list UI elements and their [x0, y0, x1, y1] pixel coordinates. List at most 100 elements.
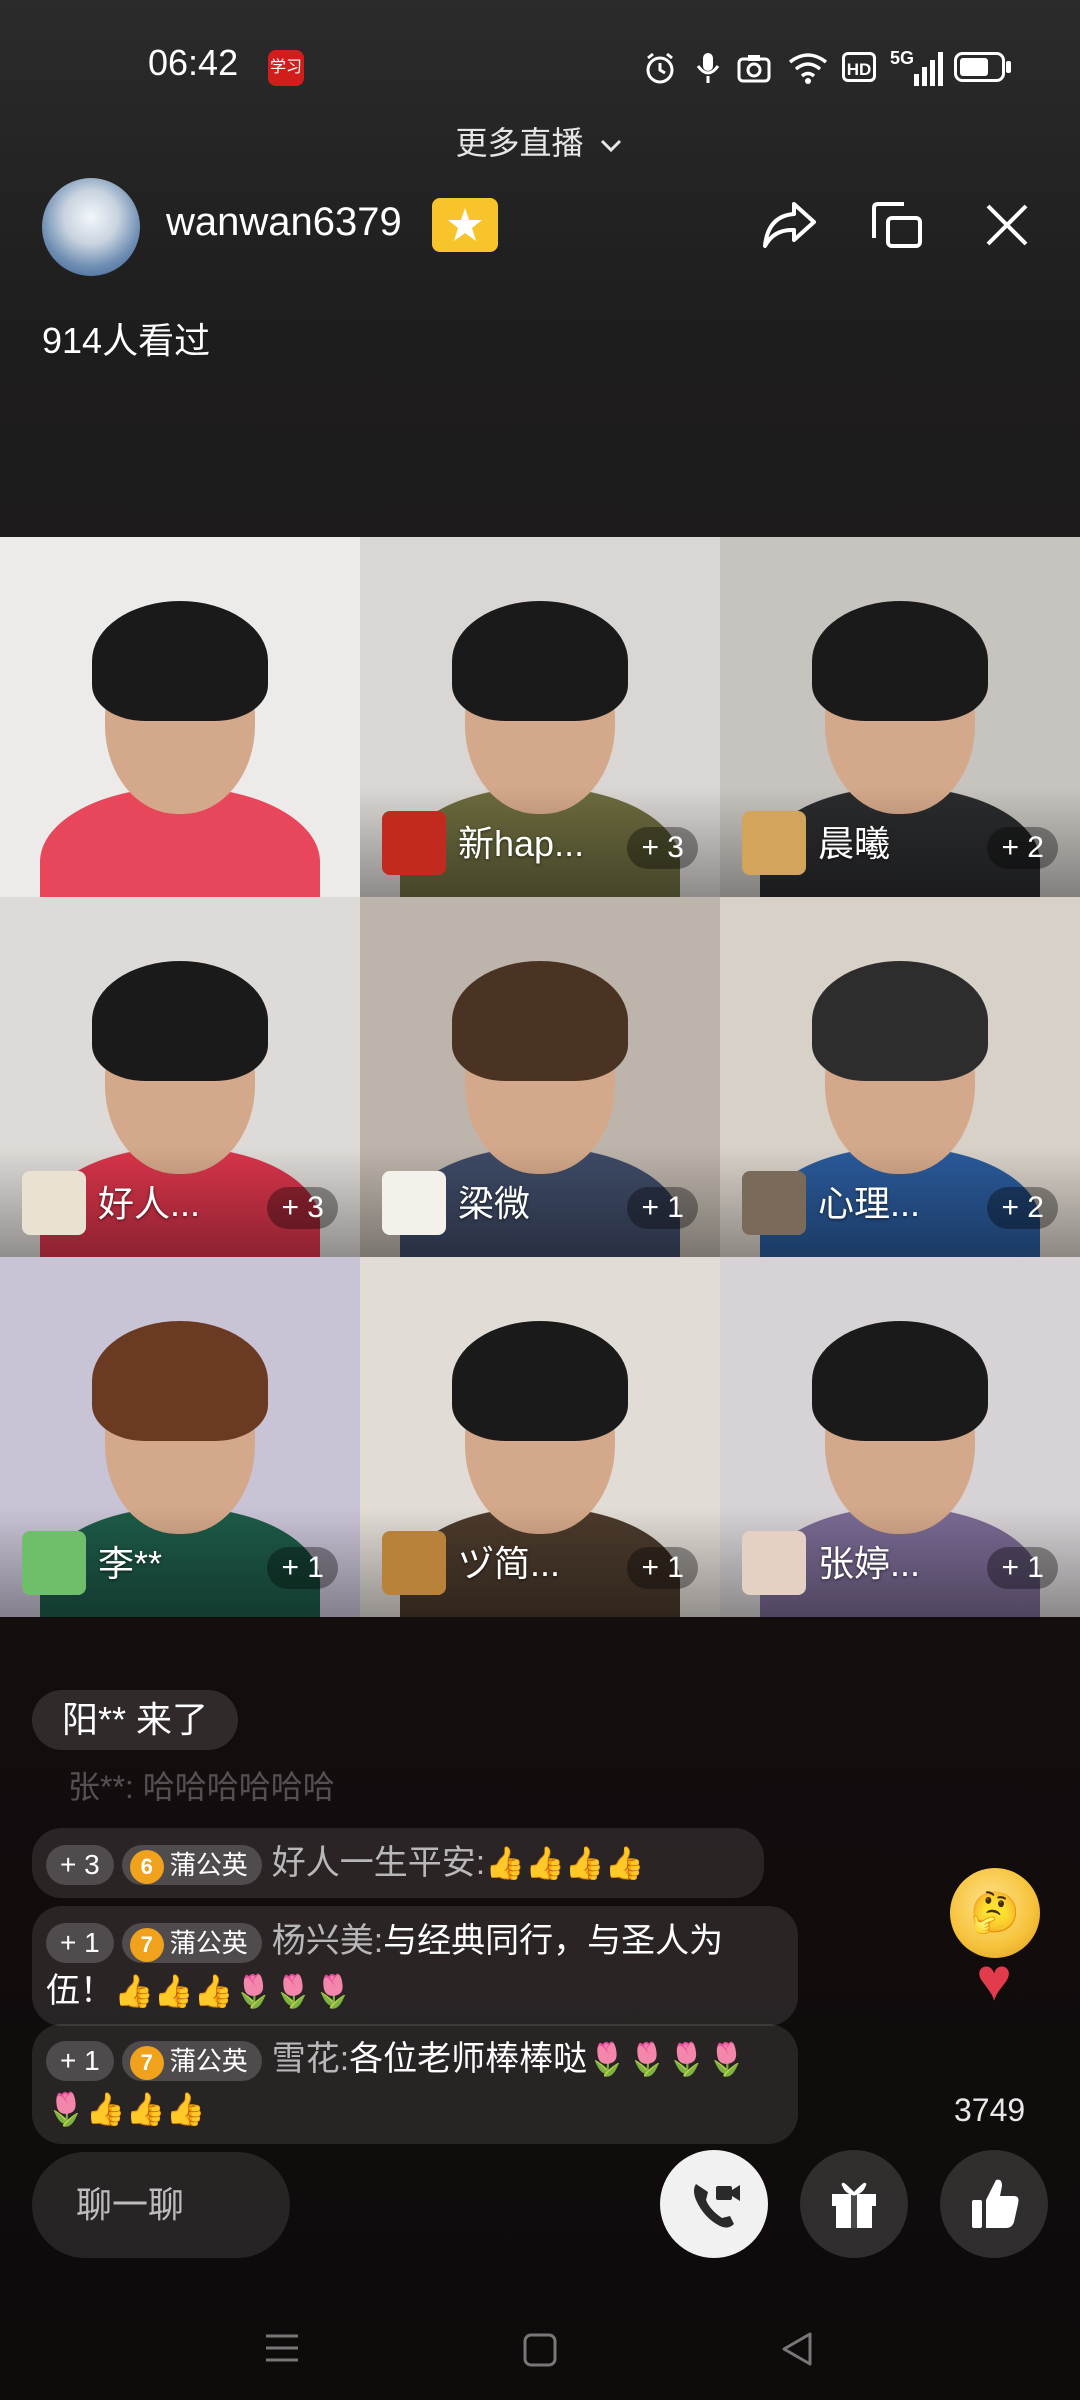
share-icon[interactable]: [760, 196, 818, 254]
video-tile[interactable]: 好人... + 3: [0, 897, 360, 1257]
video-tile[interactable]: 梁微 + 1: [360, 897, 720, 1257]
fan-group-name: 蒲公英: [169, 2046, 248, 2077]
participant-hair: [452, 600, 628, 721]
wifi-icon: [788, 53, 828, 84]
participant-score: + 1: [987, 1547, 1058, 1589]
alarm-icon: [646, 52, 674, 84]
like-count: 3749: [954, 2092, 1026, 2128]
video-tile[interactable]: [0, 537, 360, 897]
participant-avatar[interactable]: [22, 1171, 86, 1235]
participant-score: + 1: [627, 1547, 698, 1589]
message-emoji: 👍👍👍🌷🌷🌷: [114, 1973, 354, 2009]
video-tile[interactable]: 新hap... + 3: [360, 537, 720, 897]
status-bar: 06:42 学习 HD 5G: [0, 0, 1080, 130]
video-tile[interactable]: 李** + 1: [0, 1257, 360, 1617]
participant-score: + 3: [627, 827, 698, 869]
fan-level-badge: 7 蒲公英: [121, 2041, 262, 2082]
chat-message[interactable]: + 1 7 蒲公英 杨兴美:与经典同行，与圣人为伍！👍👍👍🌷🌷🌷: [32, 1906, 798, 2026]
viewer-count: 914人看过: [42, 320, 211, 361]
close-icon[interactable]: [978, 196, 1036, 254]
message-score: + 1: [46, 2041, 114, 2082]
status-time: 06:42: [148, 42, 239, 83]
participant-avatar[interactable]: [382, 811, 446, 875]
star-icon: [448, 208, 482, 241]
participant-name: ヅ简...: [458, 1543, 561, 1584]
fan-level-badge: 6 蒲公英: [121, 1845, 262, 1886]
participant-name: 李**: [98, 1543, 163, 1584]
participant-score: + 2: [987, 827, 1058, 869]
thinking-emoji-icon: 🤔: [950, 1868, 1040, 1958]
participant-avatar[interactable]: [742, 1531, 806, 1595]
chat-message[interactable]: + 1 7 蒲公英 雪花:各位老师棒棒哒🌷🌷🌷🌷🌷👍👍👍: [32, 2024, 798, 2144]
back-icon[interactable]: [778, 2330, 814, 2368]
participant-score: + 1: [267, 1547, 338, 1589]
participant-hair: [92, 1320, 268, 1441]
participant-hair: [812, 600, 988, 721]
thumbs-up-icon: [972, 2179, 1019, 2228]
message-username: 雪花:: [271, 2040, 350, 2078]
participant-avatar[interactable]: [742, 811, 806, 875]
video-tile[interactable]: 心理... + 2: [720, 897, 1080, 1257]
message-username: 好人一生平安:: [271, 1844, 486, 1882]
participant-name: 梁微: [458, 1183, 531, 1224]
host-name[interactable]: wanwan6379: [166, 200, 402, 245]
hd-badge: HD: [842, 52, 876, 82]
gift-button[interactable]: [800, 2150, 908, 2258]
gift-icon: [832, 2182, 876, 2228]
participant-name: 新hap...: [458, 823, 585, 864]
participant-name: 晨曦: [818, 823, 891, 864]
participant-name: 心理...: [818, 1183, 921, 1224]
message-score: + 3: [46, 1845, 114, 1886]
more-live-dropdown[interactable]: 更多直播: [0, 118, 1080, 164]
phone-video-icon: [694, 2184, 740, 2228]
menu-icon[interactable]: [262, 2330, 302, 2366]
participant-avatar[interactable]: [382, 1171, 446, 1235]
message-text: 各位老师棒棒哒: [349, 2040, 588, 2078]
participant-score: + 2: [987, 1187, 1058, 1229]
message-emoji: 👍👍👍👍: [485, 1845, 645, 1881]
participant-hair: [452, 960, 628, 1081]
camera-icon: [737, 55, 771, 83]
chat-input[interactable]: 聊一聊: [32, 2152, 290, 2258]
participant-score: + 3: [267, 1187, 338, 1229]
fan-level-badge: 7 蒲公英: [121, 1923, 262, 1964]
like-button[interactable]: [940, 2150, 1048, 2258]
microphone-icon: [696, 53, 720, 83]
video-call-button[interactable]: [660, 2150, 768, 2258]
message-username: 杨兴美:: [271, 1922, 384, 1960]
participant-score: + 1: [627, 1187, 698, 1229]
home-icon[interactable]: [522, 2332, 558, 2368]
battery-icon: [954, 52, 1011, 82]
participant-avatar[interactable]: [382, 1531, 446, 1595]
chat-message-faded: 张**: 哈哈哈哈哈哈: [68, 1769, 335, 1805]
video-grid: 新hap... + 3 晨曦 + 2 好人... + 3 梁微 + 1 心理..…: [0, 537, 1080, 1617]
signal-icon: [914, 52, 943, 86]
floating-window-icon[interactable]: [868, 196, 926, 254]
chat-message[interactable]: + 3 6 蒲公英 好人一生平安:👍👍👍👍: [32, 1828, 764, 1898]
join-notification: 阳** 来了: [32, 1690, 239, 1750]
system-nav-bar: [0, 2280, 1080, 2400]
fan-group-name: 蒲公英: [169, 1928, 248, 1959]
fan-level-number: 7: [129, 1928, 164, 1963]
more-live-label: 更多直播: [455, 125, 584, 161]
app-notification-icon: 学习: [268, 50, 304, 86]
participant-hair: [92, 600, 268, 721]
chevron-down-icon: [601, 139, 622, 152]
message-score: + 1: [46, 1923, 114, 1964]
participant-avatar[interactable]: [742, 1171, 806, 1235]
video-tile[interactable]: 晨曦 + 2: [720, 537, 1080, 897]
host-avatar[interactable]: [42, 178, 140, 276]
participant-name: 好人...: [98, 1183, 201, 1224]
participant-hair: [452, 1320, 628, 1441]
video-tile[interactable]: 张婷... + 1: [720, 1257, 1080, 1617]
video-tile[interactable]: ヅ简... + 1: [360, 1257, 720, 1617]
heart-icon: ♥: [976, 1946, 1012, 2013]
participant-name: 张婷...: [818, 1543, 921, 1584]
participant-hair: [812, 1320, 988, 1441]
fan-group-name: 蒲公英: [169, 1850, 248, 1881]
host-level-badge: [432, 198, 498, 252]
fan-level-number: 6: [129, 1850, 164, 1885]
participant-hair: [92, 960, 268, 1081]
fan-level-number: 7: [129, 2046, 164, 2081]
participant-avatar[interactable]: [22, 1531, 86, 1595]
